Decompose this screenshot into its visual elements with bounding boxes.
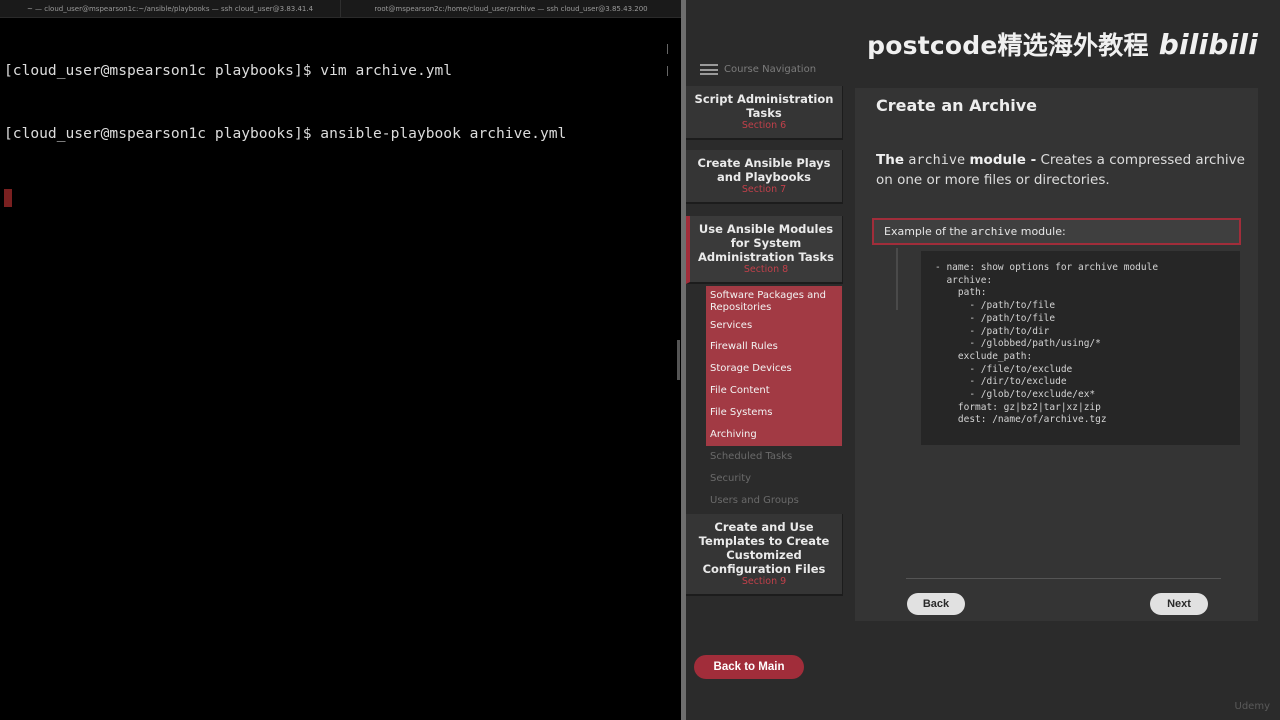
- terminal-tab-bar: ~ — cloud_user@mspearson1c:~/ansible/pla…: [0, 0, 681, 18]
- example-module: archive: [970, 225, 1018, 238]
- scroll-marker: [667, 66, 668, 76]
- example-header: Example of the archive module:: [872, 218, 1241, 245]
- terminal-line: [cloud_user@mspearson1c playbooks]$ ansi…: [4, 125, 567, 142]
- brand-text: postcode精选海外教程: [867, 31, 1149, 60]
- terminal-window[interactable]: ~ — cloud_user@mspearson1c:~/ansible/pla…: [0, 0, 681, 720]
- code-line: - /file/to/exclude: [935, 363, 1073, 375]
- code-line: - /glob/to/exclude/ex*: [935, 389, 1096, 401]
- section-title: Script Administration Tasks: [694, 92, 834, 120]
- code-line: path:: [935, 287, 987, 299]
- section-7[interactable]: Create Ansible Plays and Playbooks Secti…: [686, 150, 843, 204]
- lesson-content: Create an Archive The archive module - C…: [855, 88, 1258, 621]
- scroll-marker: [667, 44, 668, 54]
- course-navigation-title: Course Navigation: [724, 64, 817, 75]
- lesson-software-packages[interactable]: Software Packages and Repositories: [706, 286, 842, 316]
- code-line: dest: /name/of/archive.tgz: [935, 414, 1107, 426]
- code-example: - name: show options for archive module …: [921, 251, 1240, 445]
- split-drag-handle[interactable]: [677, 340, 680, 380]
- menu-icon[interactable]: [700, 64, 718, 75]
- desc-module: module -: [969, 152, 1037, 168]
- desc-the: The: [876, 152, 904, 168]
- desc-module-name: archive: [908, 152, 966, 168]
- lesson-security[interactable]: Security: [706, 468, 842, 490]
- lesson-file-systems[interactable]: File Systems: [706, 402, 842, 424]
- code-line: - /path/to/dir: [935, 325, 1050, 337]
- next-button[interactable]: Next: [1150, 593, 1208, 615]
- section-8-lessons: Software Packages and Repositories Servi…: [706, 286, 842, 512]
- course-panel: postcode精选海外教程 bilibili Course Navigation…: [686, 0, 1280, 720]
- section-title: Use Ansible Modules for System Administr…: [698, 222, 834, 264]
- section-number: Section 8: [743, 264, 789, 275]
- code-line: exclude_path:: [935, 350, 1033, 362]
- lesson-firewall-rules[interactable]: Firewall Rules: [706, 336, 842, 358]
- course-navigation-header[interactable]: Course Navigation: [700, 64, 816, 75]
- back-to-main-button[interactable]: Back to Main: [694, 655, 804, 679]
- terminal-prompt-line: [4, 186, 664, 207]
- lesson-description: The archive module - Creates a compresse…: [876, 150, 1251, 190]
- brand-watermark: postcode精选海外教程 bilibili: [867, 26, 1258, 62]
- lesson-scheduled-tasks[interactable]: Scheduled Tasks: [706, 446, 842, 468]
- section-8[interactable]: Use Ansible Modules for System Administr…: [686, 216, 843, 284]
- code-line: - /path/to/file: [935, 312, 1056, 324]
- section-9[interactable]: Create and Use Templates to Create Custo…: [686, 514, 843, 596]
- divider-line: [896, 248, 898, 310]
- content-divider: [906, 578, 1221, 579]
- bilibili-logo: bilibili: [1158, 28, 1258, 61]
- code-line: format: gz|bz2|tar|xz|zip: [935, 401, 1101, 413]
- code-line: archive:: [935, 274, 993, 286]
- terminal-scrollbar[interactable]: [664, 18, 672, 720]
- section-6[interactable]: Script Administration Tasks Section 6: [686, 86, 843, 140]
- section-title: Create and Use Templates to Create Custo…: [698, 520, 830, 576]
- code-line: - name: show options for archive module: [935, 262, 1159, 273]
- terminal-line: [cloud_user@mspearson1c playbooks]$ vim …: [4, 62, 453, 79]
- terminal-tab-2[interactable]: root@mspearson2c:/home/cloud_user/archiv…: [340, 0, 681, 17]
- section-title: Create Ansible Plays and Playbooks: [697, 156, 831, 184]
- lesson-users-and-groups[interactable]: Users and Groups: [706, 490, 842, 512]
- example-prefix: Example of the: [884, 225, 968, 238]
- lesson-title: Create an Archive: [876, 96, 1038, 115]
- lesson-archiving[interactable]: Archiving: [706, 424, 842, 446]
- code-line: - /globbed/path/using/*: [935, 338, 1101, 350]
- lesson-services[interactable]: Services: [706, 316, 842, 336]
- terminal-output[interactable]: [cloud_user@mspearson1c playbooks]$ vim …: [4, 18, 664, 249]
- section-number: Section 7: [741, 184, 787, 195]
- code-line: - /dir/to/exclude: [935, 376, 1067, 388]
- code-line: - /path/to/file: [935, 300, 1056, 312]
- section-number: Section 9: [741, 576, 787, 587]
- cursor-icon: [4, 189, 12, 207]
- terminal-tab-1[interactable]: ~ — cloud_user@mspearson1c:~/ansible/pla…: [0, 0, 340, 17]
- section-number: Section 6: [741, 120, 787, 131]
- lesson-file-content[interactable]: File Content: [706, 380, 842, 402]
- example-suffix: module:: [1020, 225, 1066, 238]
- udemy-watermark: Udemy: [1234, 701, 1270, 712]
- lesson-storage-devices[interactable]: Storage Devices: [706, 358, 842, 380]
- back-button[interactable]: Back: [907, 593, 965, 615]
